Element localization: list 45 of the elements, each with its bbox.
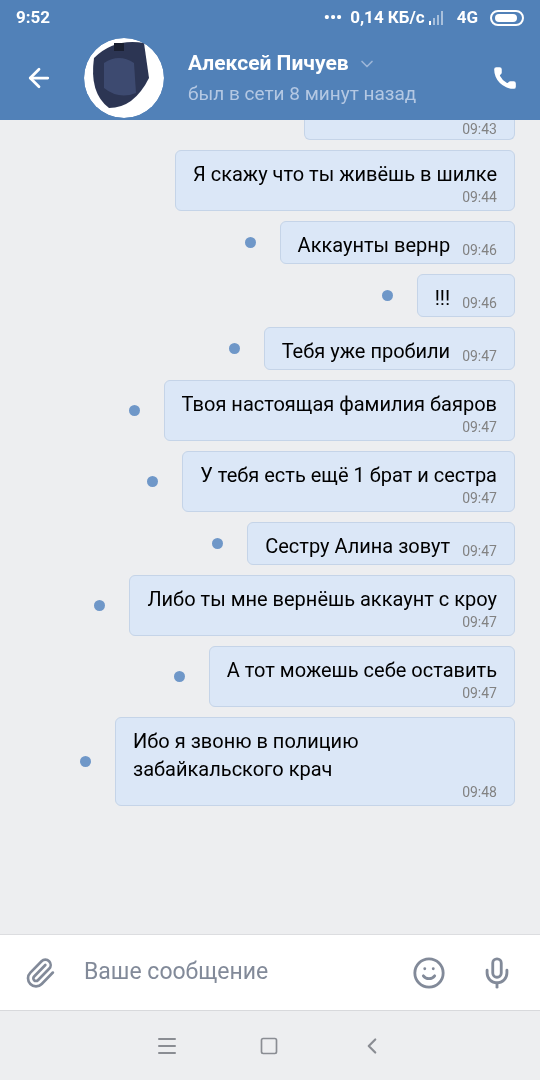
message-bubble[interactable]: Тебя уже пробили 09:47 (263, 327, 515, 370)
message-text: Тебя уже пробили (281, 338, 451, 365)
message-time: 09:47 (462, 489, 497, 507)
message-bubble[interactable]: !!! 09:46 (416, 274, 515, 317)
network-type: 4G (456, 6, 478, 30)
message-text: Сестру Алина зовут (265, 533, 451, 560)
message-text: А тот можешь себе оставить (226, 657, 497, 684)
message-bubble[interactable]: У тебя есть ещё 1 брат и сестра 09:47 (182, 451, 515, 512)
notification-dots: ••• (323, 6, 343, 30)
last-seen-status: был в сети 8 минут назад (188, 80, 417, 107)
status-time: 9:52 (16, 6, 51, 30)
message-input[interactable]: Ваше сообщение (84, 955, 404, 990)
message-bubble[interactable]: А тот можешь себе оставить 09:47 (208, 646, 515, 707)
message-bubble[interactable]: Я скажу что ты живёшь в шилке 09:44 (175, 150, 515, 211)
message-bubble[interactable]: Твоя настоящая фамилия баяров 09:47 (163, 380, 515, 441)
message-text: Аккаунты вернр (297, 232, 451, 259)
attachment-icon[interactable] (24, 956, 56, 989)
emoji-icon[interactable] (412, 955, 446, 990)
message-time: 09:47 (462, 542, 497, 560)
message-bubble[interactable]: Ибо я звоню в полицию забайкальского крач 09:48 (115, 717, 515, 806)
battery-icon (490, 10, 524, 26)
message-composer[interactable]: Ваше сообщение (0, 934, 540, 1010)
message-text: Твоя настоящая фамилия баяров (181, 391, 497, 418)
phone-icon[interactable] (492, 65, 518, 91)
message-time: 09:46 (462, 241, 497, 259)
message-time: 09:47 (462, 418, 497, 436)
message-time: 09:47 (462, 684, 497, 702)
signal-icon (428, 11, 445, 25)
home-icon[interactable] (259, 1035, 279, 1056)
message-bubble[interactable]: Либо ты мне вернёшь аккаунт с кроу 09:47 (129, 575, 515, 636)
message-time: 09:44 (462, 188, 497, 206)
message-time: 09:46 (462, 294, 497, 312)
message-bubble[interactable]: Аккаунты вернр 09:46 (279, 221, 515, 264)
contact-name[interactable]: Алексей Пичуев (188, 48, 349, 80)
message-time: 09:43 (461, 121, 497, 137)
network-speed: 0,14 КБ/с (350, 6, 425, 30)
message-time: 09:47 (462, 613, 497, 631)
message-text: Я скажу что ты живёшь в шилке (193, 161, 497, 188)
message-time: 09:48 (462, 783, 497, 801)
message-time: 09:47 (462, 347, 497, 365)
message-text: Либо ты мне вернёшь аккаунт с кроу (147, 586, 497, 613)
message-text: У тебя есть ещё 1 брат и сестра (200, 462, 497, 489)
message-bubble[interactable]: Сестру Алина зовут 09:47 (247, 522, 515, 565)
message-text: Ибо я звоню в полицию забайкальского крач (133, 728, 360, 783)
message-text: !!! (434, 285, 451, 312)
